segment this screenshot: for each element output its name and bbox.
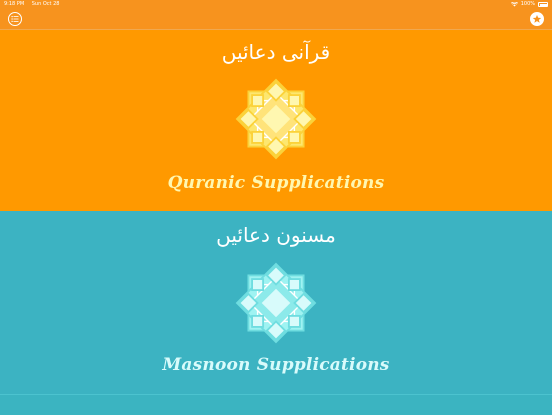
status-time: 9:18 PM: [4, 1, 25, 7]
star-icon: [532, 15, 542, 23]
quranic-caption: Quranic Supplications: [167, 173, 385, 193]
quranic-emblem-icon: [235, 78, 317, 160]
masnoon-urdu-title: مسنون دعائیں: [216, 223, 336, 247]
quranic-supplications-panel[interactable]: قرآنی دعائیں Quranic Supplications: [0, 30, 552, 211]
menu-button[interactable]: [8, 12, 22, 26]
status-bar: 9:18 PM Sun Oct 28 100%: [0, 0, 552, 9]
battery-percent: 100%: [520, 1, 535, 7]
list-icon: [11, 16, 19, 22]
wifi-icon: [510, 2, 518, 7]
navigation-bar: [0, 9, 552, 30]
quranic-urdu-title: قرآنی دعائیں: [221, 40, 331, 64]
bottom-strip: [0, 394, 552, 415]
masnoon-supplications-panel[interactable]: مسنون دعائیں Masnoon Supplications: [0, 211, 552, 394]
status-right: 100%: [510, 0, 548, 9]
favorites-button[interactable]: [530, 12, 544, 26]
masnoon-caption: Masnoon Supplications: [162, 355, 390, 375]
masnoon-emblem-icon: [235, 262, 317, 344]
battery-icon: [538, 2, 548, 7]
status-date: Sun Oct 28: [31, 1, 60, 7]
status-left: 9:18 PM Sun Oct 28: [4, 0, 65, 9]
